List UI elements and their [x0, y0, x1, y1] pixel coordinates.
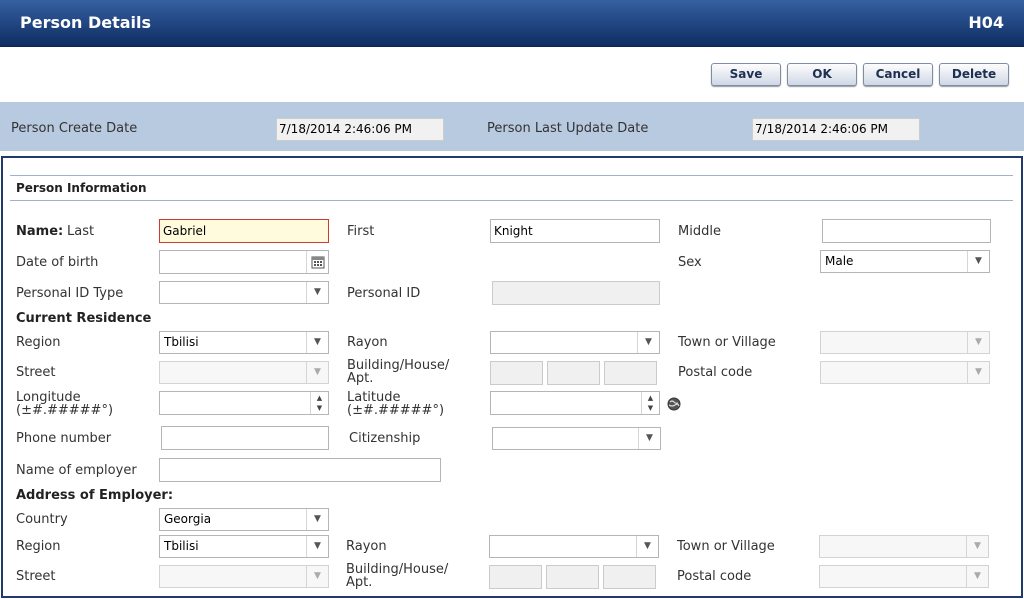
dob-label: Date of birth	[16, 255, 99, 270]
latitude-label: Latitude (±#.#####°)	[347, 390, 445, 418]
sex-label: Sex	[678, 255, 702, 270]
building-input[interactable]	[490, 361, 543, 385]
rayon-select[interactable]: ▼	[490, 331, 660, 354]
cancel-button[interactable]: Cancel	[863, 63, 933, 86]
employer-building-input[interactable]	[489, 565, 542, 589]
employer-apt-input[interactable]	[603, 565, 656, 589]
sex-select[interactable]: Male ▼	[820, 250, 990, 273]
first-name-label: First	[347, 224, 375, 239]
employer-name-label: Name of employer	[16, 463, 137, 478]
employer-rayon-label: Rayon	[346, 539, 387, 554]
pid-input[interactable]	[492, 281, 660, 305]
update-date-label: Person Last Update Date	[487, 121, 649, 136]
update-date-field: 7/18/2014 2:46:06 PM	[752, 118, 920, 141]
chevron-down-icon: ▼	[967, 332, 989, 353]
first-name-input[interactable]: Knight	[490, 219, 660, 243]
pid-label: Personal ID	[347, 286, 421, 301]
last-name-label: Last	[67, 224, 95, 239]
building-label: Building/House/ Apt.	[347, 358, 450, 386]
employer-town-label: Town or Village	[677, 539, 775, 554]
section-divider-bottom	[10, 200, 1013, 201]
chevron-down-icon: ▼	[966, 536, 988, 557]
citizenship-label: Citizenship	[349, 431, 421, 446]
page-title: Person Details	[20, 13, 152, 32]
longitude-label: Longitude (±#.#####°)	[16, 390, 114, 418]
street-select[interactable]: ▼	[159, 361, 329, 384]
latitude-input[interactable]: ▲ ▼	[490, 391, 660, 415]
chevron-down-icon: ▼	[636, 536, 658, 557]
employer-rayon-select[interactable]: ▼	[489, 535, 659, 558]
chevron-down-icon: ▼	[637, 332, 659, 353]
save-button[interactable]: Save	[711, 63, 781, 86]
section-divider-top	[10, 175, 1013, 176]
chevron-down-icon: ▼	[967, 251, 989, 272]
name-label: Name:	[16, 224, 64, 239]
middle-name-label: Middle	[678, 224, 721, 239]
postal-code-label: Postal code	[678, 365, 753, 380]
dates-band: Person Create Date 7/18/2014 2:46:06 PM …	[0, 102, 1024, 151]
longitude-input[interactable]: ▲ ▼	[159, 391, 329, 415]
employer-town-select[interactable]: ▼	[819, 535, 989, 558]
chevron-down-icon: ▼	[306, 332, 328, 353]
calendar-icon[interactable]	[306, 251, 328, 273]
region-label: Region	[16, 335, 61, 350]
chevron-down-icon: ▼	[306, 362, 328, 383]
employer-street-label: Street	[16, 569, 56, 584]
pid-type-select[interactable]: ▼	[159, 281, 329, 304]
phone-input[interactable]	[161, 426, 329, 450]
citizenship-select[interactable]: ▼	[492, 427, 661, 450]
employer-building-label: Building/House/ Apt.	[346, 562, 449, 590]
employer-house-input[interactable]	[546, 565, 599, 589]
section-title: Person Information	[16, 181, 147, 195]
postal-code-select[interactable]: ▼	[820, 361, 990, 384]
chevron-down-icon: ▼	[306, 509, 328, 530]
chevron-down-icon: ▼	[966, 566, 988, 587]
employer-name-input[interactable]	[159, 458, 441, 482]
ok-button[interactable]: OK	[787, 63, 857, 86]
region-select[interactable]: Tbilisi ▼	[159, 331, 329, 354]
town-select[interactable]: ▼	[820, 331, 990, 354]
employer-country-label: Country	[16, 512, 68, 527]
chevron-down-icon: ▼	[638, 428, 660, 449]
employer-country-select[interactable]: Georgia ▼	[159, 508, 329, 531]
middle-name-input[interactable]	[822, 219, 991, 243]
dob-input[interactable]	[159, 250, 329, 274]
title-bar: Person Details H04	[0, 0, 1024, 47]
globe-icon[interactable]	[667, 397, 681, 414]
employer-region-label: Region	[16, 539, 61, 554]
create-date-label: Person Create Date	[11, 121, 138, 136]
chevron-down-icon: ▼	[306, 566, 328, 587]
last-name-input[interactable]: Gabriel	[159, 219, 329, 243]
house-input[interactable]	[547, 361, 600, 385]
chevron-down-icon: ▼	[306, 536, 328, 557]
chevron-down-icon: ▼	[967, 362, 989, 383]
apt-input[interactable]	[604, 361, 657, 385]
phone-label: Phone number	[16, 431, 112, 446]
pid-type-label: Personal ID Type	[16, 286, 124, 301]
spinner-icon[interactable]: ▲ ▼	[641, 392, 659, 414]
create-date-field: 7/18/2014 2:46:06 PM	[276, 118, 444, 141]
employer-region-select[interactable]: Tbilisi ▼	[159, 535, 329, 558]
form-code: H04	[968, 13, 1004, 32]
delete-button[interactable]: Delete	[939, 63, 1009, 86]
chevron-down-icon: ▼	[306, 282, 328, 303]
employer-address-title: Address of Employer:	[16, 488, 174, 503]
rayon-label: Rayon	[347, 335, 388, 350]
current-residence-title: Current Residence	[16, 311, 152, 326]
employer-postal-select[interactable]: ▼	[819, 565, 989, 588]
spinner-icon[interactable]: ▲ ▼	[310, 392, 328, 414]
employer-street-select[interactable]: ▼	[159, 565, 329, 588]
employer-postal-label: Postal code	[677, 569, 752, 584]
town-label: Town or Village	[678, 335, 776, 350]
street-label: Street	[16, 365, 56, 380]
